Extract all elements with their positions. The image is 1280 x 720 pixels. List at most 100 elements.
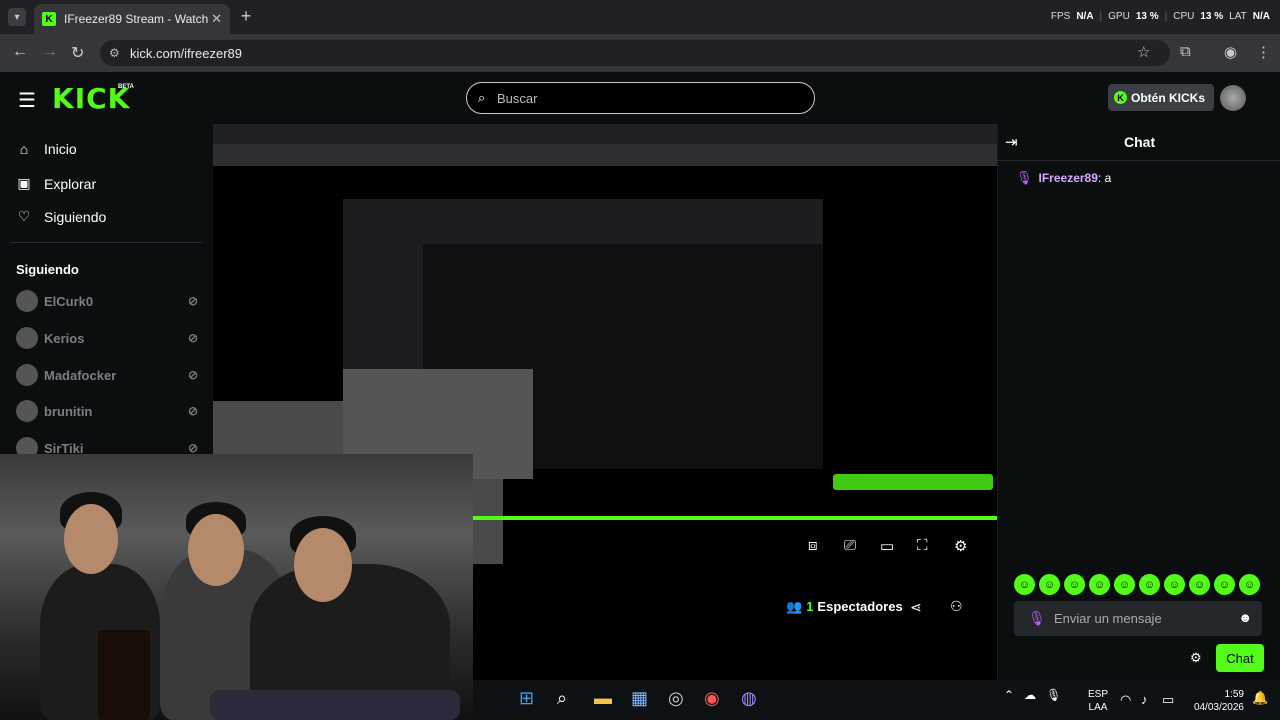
url-text: kick.com/ifreezer89 bbox=[130, 46, 242, 61]
streamer-face bbox=[294, 528, 352, 602]
following-name: ElCurk0 bbox=[44, 293, 94, 309]
recursive-address-bar bbox=[213, 144, 997, 166]
fps-label: FPS bbox=[1050, 11, 1071, 22]
chat-settings-icon[interactable]: ⚙ bbox=[1190, 650, 1202, 666]
tab-search-icon[interactable]: ▾ bbox=[8, 8, 26, 26]
emoji-picker-icon[interactable]: ☻ bbox=[1238, 610, 1252, 625]
emote-icon[interactable]: ☺ bbox=[1189, 574, 1210, 595]
language-indicator[interactable]: ESP LAA bbox=[1088, 688, 1108, 714]
forward-icon[interactable]: → bbox=[42, 43, 58, 61]
extensions-icon[interactable]: ⧉ bbox=[1180, 43, 1191, 60]
emote-icon[interactable]: ☺ bbox=[1214, 574, 1235, 595]
fullscreen-icon[interactable]: ⛶ bbox=[917, 537, 928, 554]
chat-input-placeholder: Enviar un mensaje bbox=[1054, 611, 1162, 626]
following-item[interactable]: brunitin ⊘ bbox=[16, 400, 198, 422]
avatar bbox=[16, 400, 38, 422]
sidebar-item-explorar[interactable]: ▣ Explorar bbox=[16, 175, 96, 192]
following-item[interactable]: Madafocker ⊘ bbox=[16, 364, 198, 386]
collapse-chat-icon[interactable]: ⇥ bbox=[1005, 133, 1018, 151]
following-name: Madafocker bbox=[44, 367, 117, 383]
offline-icon: ⊘ bbox=[187, 331, 198, 345]
broadcaster-badge-icon: 🎙 bbox=[1028, 610, 1046, 626]
following-name: Kerios bbox=[44, 330, 85, 346]
chat-message: 🎙 IFreezer89: a bbox=[1016, 170, 1112, 185]
video-progress-bar[interactable] bbox=[473, 516, 997, 520]
chrome-icon[interactable]: ◉ bbox=[704, 688, 720, 709]
search-icon: ⌕ bbox=[478, 90, 486, 105]
wifi-icon[interactable]: ◠ bbox=[1120, 692, 1131, 708]
volume-icon[interactable]: ♪ bbox=[1141, 692, 1148, 707]
emote-icon[interactable]: ☺ bbox=[1139, 574, 1160, 595]
close-tab-icon[interactable]: ✕ bbox=[211, 11, 222, 27]
store-icon[interactable]: ▦ bbox=[631, 688, 648, 709]
system-tray: ⌃ ☁ 🎙 bbox=[1004, 688, 1061, 702]
chat-title: Chat bbox=[1124, 134, 1156, 150]
webcam-overlay bbox=[0, 454, 473, 720]
bookmark-star-icon[interactable]: ☆ bbox=[1137, 43, 1150, 61]
drink-glass bbox=[98, 630, 150, 720]
chat-username[interactable]: IFreezer89 bbox=[1039, 171, 1098, 185]
address-bar[interactable]: ⚙ kick.com/ifreezer89 bbox=[100, 40, 1170, 66]
file-explorer-icon[interactable]: ▬ bbox=[594, 688, 612, 709]
sidebar-item-label: Siguiendo bbox=[44, 208, 107, 225]
tray-chevron-icon[interactable]: ⌃ bbox=[1004, 688, 1014, 702]
emote-icon[interactable]: ☺ bbox=[1164, 574, 1185, 595]
sidebar-divider bbox=[10, 242, 202, 243]
share-icon[interactable]: ⋖ bbox=[910, 599, 922, 616]
obs-icon[interactable]: ◎ bbox=[668, 688, 684, 709]
theater-mode-icon[interactable]: ▭ bbox=[880, 537, 894, 555]
following-item[interactable]: Kerios ⊘ bbox=[16, 327, 198, 349]
follow-user-icon[interactable]: ⚇ bbox=[950, 598, 963, 615]
emote-icon[interactable]: ☺ bbox=[1039, 574, 1060, 595]
emote-icon[interactable]: ☺ bbox=[1014, 574, 1035, 595]
sidebar-item-inicio[interactable]: ⌂ Inicio bbox=[16, 141, 77, 157]
browser-tab[interactable]: K IFreezer89 Stream - Watch Live ✕ bbox=[34, 4, 230, 34]
cpu-label: CPU bbox=[1173, 11, 1195, 22]
clock-time: 1:59 bbox=[1224, 689, 1244, 700]
following-heading: Siguiendo bbox=[16, 262, 79, 277]
taskbar-search-icon[interactable]: ⌕ bbox=[557, 688, 567, 709]
cloud-icon[interactable]: ☁ bbox=[1024, 688, 1036, 702]
taskbar-clock[interactable]: 1:59 04/03/2026 bbox=[1192, 688, 1244, 714]
emote-icon[interactable]: ☺ bbox=[1064, 574, 1085, 595]
lat-value: N/A bbox=[1252, 11, 1270, 22]
app-icon[interactable]: ◍ bbox=[741, 688, 757, 709]
chat-send-button[interactable]: Chat bbox=[1216, 644, 1264, 672]
streamer-face bbox=[188, 514, 244, 586]
emote-icon[interactable]: ☺ bbox=[1089, 574, 1110, 595]
back-icon[interactable]: ← bbox=[12, 43, 28, 61]
lat-label: LAT bbox=[1229, 11, 1247, 22]
offline-icon: ⊘ bbox=[187, 404, 198, 418]
sidebar-item-label: Inicio bbox=[44, 141, 77, 157]
microphone-icon[interactable]: 🎙 bbox=[1046, 688, 1061, 702]
emote-icon[interactable]: ☺ bbox=[1239, 574, 1260, 595]
miniplayer-icon[interactable]: ⧈ bbox=[808, 537, 818, 554]
fps-value: N/A bbox=[1076, 11, 1094, 22]
hamburger-menu-icon[interactable]: ☰ bbox=[18, 88, 36, 113]
profile-icon[interactable]: ◉ bbox=[1224, 43, 1237, 61]
search-input[interactable]: ⌕ Buscar bbox=[466, 82, 815, 114]
clip-icon[interactable]: ⎚ bbox=[844, 537, 856, 554]
user-avatar[interactable] bbox=[1220, 85, 1246, 111]
get-kicks-button[interactable]: K Obtén KICKs bbox=[1108, 84, 1214, 111]
settings-gear-icon[interactable]: ⚙ bbox=[954, 537, 967, 555]
performance-overlay: FPS N/A | GPU 13 % | CPU 13 % LAT N/A bbox=[1050, 11, 1270, 22]
cpu-value: 13 % bbox=[1200, 11, 1224, 22]
home-icon: ⌂ bbox=[19, 141, 29, 157]
menu-dots-icon[interactable]: ⋮ bbox=[1256, 43, 1271, 61]
site-info-icon[interactable]: ⚙ bbox=[109, 46, 120, 60]
battery-icon[interactable]: ▭ bbox=[1162, 692, 1174, 708]
offline-icon: ⊘ bbox=[187, 294, 198, 308]
windows-start-icon[interactable]: ⊞ bbox=[519, 688, 534, 709]
emote-bar: ☺ ☺ ☺ ☺ ☺ ☺ ☺ ☺ ☺ ☺ bbox=[1014, 574, 1260, 595]
reload-icon[interactable]: ↻ bbox=[71, 43, 84, 63]
offline-icon: ⊘ bbox=[187, 368, 198, 382]
beta-badge: BETA bbox=[118, 84, 134, 90]
new-tab-icon[interactable]: + bbox=[236, 6, 256, 27]
following-item[interactable]: ElCurk0 ⊘ bbox=[16, 290, 198, 312]
broadcaster-badge-icon: 🎙 bbox=[1016, 170, 1033, 185]
sidebar-item-siguiendo[interactable]: ♡ Siguiendo bbox=[16, 208, 107, 225]
chat-input[interactable]: 🎙 Enviar un mensaje ☻ bbox=[1014, 601, 1262, 636]
notification-bell-icon[interactable]: 🔔 bbox=[1252, 690, 1268, 706]
emote-icon[interactable]: ☺ bbox=[1114, 574, 1135, 595]
